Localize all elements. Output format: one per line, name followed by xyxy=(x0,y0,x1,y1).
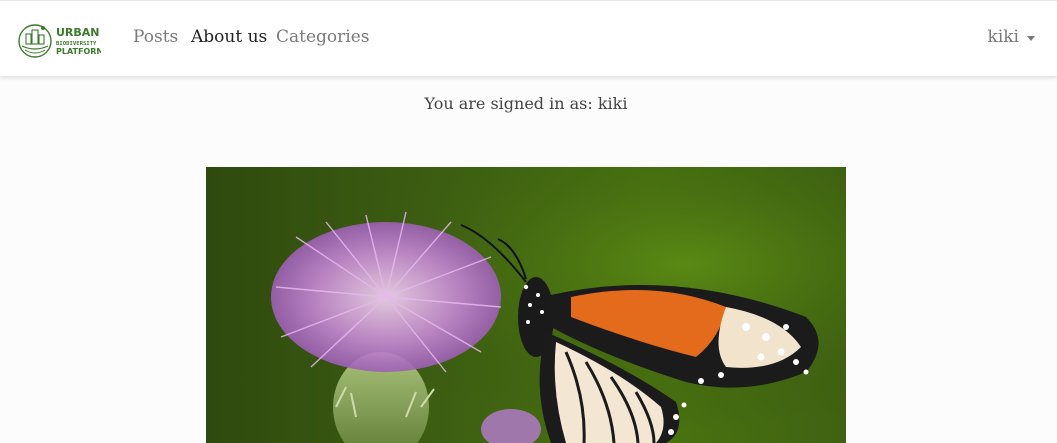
svg-text:PLATFORM: PLATFORM xyxy=(56,47,101,56)
hero-image xyxy=(206,167,846,443)
caret-down-icon xyxy=(1027,35,1035,41)
nav-about-us-link[interactable]: About us xyxy=(191,27,267,47)
nav-posts-link[interactable]: Posts xyxy=(133,27,178,47)
urban-biodiversity-logo-icon: URBAN BIODIVERSITY PLATFORM xyxy=(18,24,101,58)
brand-logo[interactable]: URBAN BIODIVERSITY PLATFORM xyxy=(17,22,101,60)
top-navbar: URBAN BIODIVERSITY PLATFORM Posts About … xyxy=(0,0,1057,76)
monarch-butterfly-on-thistle-photo-icon xyxy=(206,167,846,443)
user-dropdown[interactable]: kiki xyxy=(988,27,1035,47)
signed-in-message: You are signed in as: kiki xyxy=(424,94,628,113)
nav-categories-link[interactable]: Categories xyxy=(276,27,370,47)
svg-text:URBAN: URBAN xyxy=(56,26,100,39)
username-label: kiki xyxy=(987,27,1019,47)
